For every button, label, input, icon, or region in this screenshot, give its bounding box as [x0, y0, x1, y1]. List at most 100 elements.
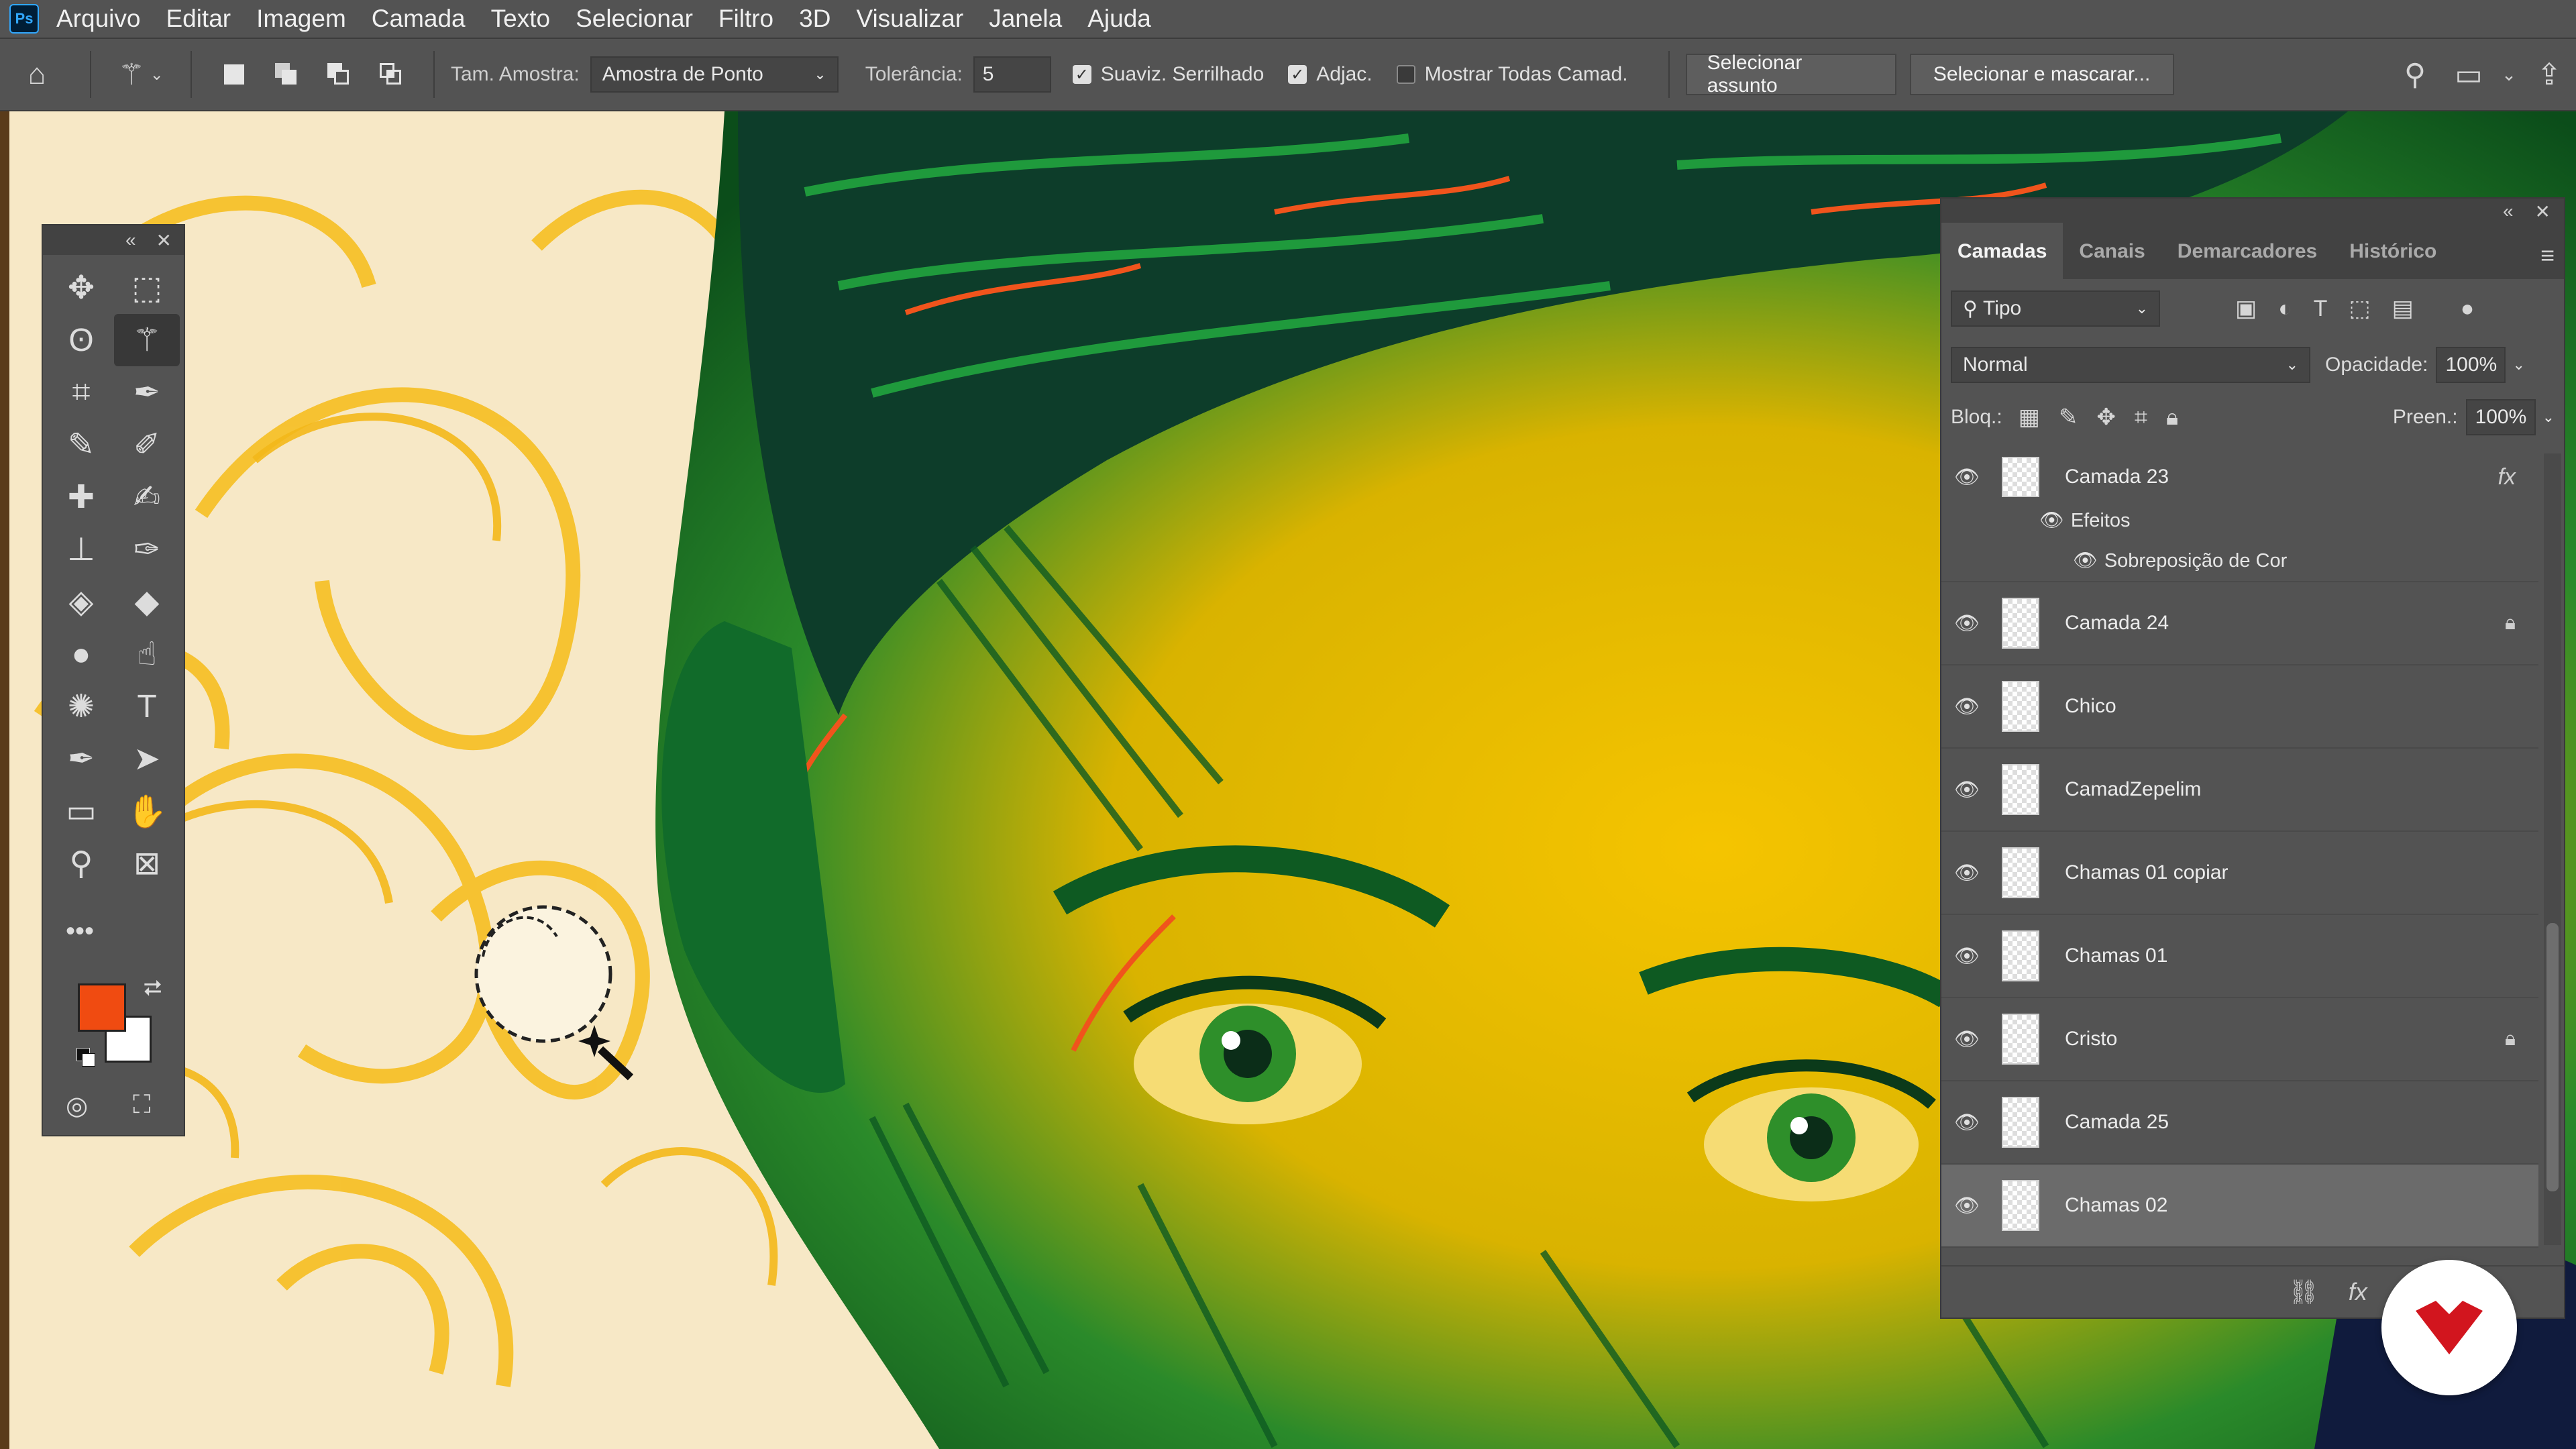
more-tools-icon[interactable]: •••: [66, 916, 94, 947]
quick-mask-icon[interactable]: ◎: [66, 1091, 88, 1121]
chevron-down-icon[interactable]: ⌄: [2512, 356, 2524, 374]
pen-tool[interactable]: ✒: [48, 733, 114, 785]
fill-input[interactable]: 100%: [2465, 399, 2536, 435]
healing-tool[interactable]: ✚: [48, 471, 114, 523]
layer-row[interactable]: 👁︎ Camada 23 fx: [1941, 453, 2538, 500]
default-colors-icon[interactable]: [76, 1048, 95, 1067]
visibility-eye-icon[interactable]: 👁︎: [1941, 612, 1992, 635]
fx-icon[interactable]: fx: [2349, 1278, 2367, 1306]
magic-wand-tool[interactable]: ⚚: [114, 314, 180, 366]
lock-artboard-icon[interactable]: ⌗: [2135, 405, 2147, 431]
zoom-tool[interactable]: ⚲: [48, 837, 114, 890]
tolerance-input[interactable]: 5: [973, 56, 1051, 93]
filter-toggle-icon[interactable]: ●: [2461, 296, 2475, 322]
visibility-eye-icon[interactable]: 👁︎: [1941, 1028, 1992, 1051]
pencil-tool[interactable]: ✐: [114, 419, 180, 471]
panel-menu-icon[interactable]: ≡: [2540, 241, 2555, 270]
chevron-down-icon[interactable]: ⌄: [2496, 64, 2522, 85]
fx-icon[interactable]: fx: [2498, 464, 2516, 490]
layer-row[interactable]: 👁︎ Chamas 02: [1941, 1165, 2538, 1248]
add-selection-icon[interactable]: [260, 63, 313, 86]
antialias-checkbox[interactable]: ✓ Suaviz. Serrilhado: [1072, 63, 1264, 86]
new-selection-icon[interactable]: [208, 64, 260, 85]
chevron-down-icon[interactable]: ⌄: [2542, 409, 2555, 426]
effects-eye-icon[interactable]: 👁︎: [2039, 509, 2064, 532]
lock-all-icon[interactable]: 🔒︎: [2166, 405, 2178, 431]
menu-selecionar[interactable]: Selecionar: [576, 5, 693, 33]
magic-wand-preset-icon[interactable]: ⚚ ⌄: [107, 58, 174, 92]
marquee-tool[interactable]: ⬚: [114, 262, 180, 314]
menu-filtro[interactable]: Filtro: [718, 5, 773, 33]
intersect-selection-icon[interactable]: [365, 63, 417, 86]
tab-historico[interactable]: Histórico: [2333, 240, 2453, 279]
visibility-eye-icon[interactable]: 👁︎: [1941, 1194, 1992, 1218]
menu-camada[interactable]: Camada: [372, 5, 466, 33]
paint-bucket-tool[interactable]: ◆: [114, 576, 180, 628]
tab-demarcadores[interactable]: Demarcadores: [2161, 240, 2333, 279]
menu-editar[interactable]: Editar: [166, 5, 231, 33]
screen-mode-icon[interactable]: ⛶: [133, 1091, 151, 1120]
layer-row[interactable]: 👁︎ Camada 25: [1941, 1081, 2538, 1165]
menu-arquivo[interactable]: Arquivo: [56, 5, 140, 33]
rectangle-tool[interactable]: ▭: [48, 785, 114, 837]
effect-row[interactable]: 👁︎ Sobreposição de Cor: [1941, 541, 2538, 582]
lock-pixels-icon[interactable]: ✎: [2059, 404, 2078, 431]
layer-row[interactable]: 👁︎ Chamas 01: [1941, 915, 2538, 998]
foreground-color-swatch[interactable]: [78, 983, 126, 1032]
close-icon[interactable]: ✕: [156, 229, 172, 252]
menu-ajuda[interactable]: Ajuda: [1087, 5, 1151, 33]
tab-camadas[interactable]: Camadas: [1941, 223, 2063, 279]
mixer-brush-tool[interactable]: ✑: [114, 523, 180, 576]
visibility-eye-icon[interactable]: 👁︎: [1941, 695, 1992, 718]
collapse-icon[interactable]: «: [125, 229, 136, 251]
layer-row[interactable]: 👁︎ Chico: [1941, 665, 2538, 749]
opacity-input[interactable]: 100%: [2436, 347, 2506, 383]
effects-row[interactable]: 👁︎ Efeitos: [1941, 500, 2538, 541]
layers-scrollbar[interactable]: [2544, 453, 2561, 1245]
sample-size-select[interactable]: Amostra de Ponto ⌄: [590, 56, 839, 93]
workspace-icon[interactable]: ▭: [2442, 58, 2496, 92]
crop-tool[interactable]: ⌗: [48, 366, 114, 419]
scrollbar-thumb[interactable]: [2546, 923, 2559, 1191]
search-icon[interactable]: ⚲: [2388, 58, 2442, 92]
visibility-eye-icon[interactable]: 👁︎: [1941, 466, 1992, 489]
type-tool[interactable]: T: [114, 680, 180, 733]
tools-panel-header[interactable]: « ✕: [43, 225, 184, 255]
pixel-filter-icon[interactable]: ▣: [2235, 295, 2257, 322]
layer-row[interactable]: 👁︎ Camada 24 🔒︎: [1941, 582, 2538, 665]
lasso-tool[interactable]: ʘ: [48, 314, 114, 366]
lock-transparency-icon[interactable]: ▦: [2019, 404, 2040, 431]
layer-row[interactable]: 👁︎ CamadZepelim: [1941, 749, 2538, 832]
layer-filter-select[interactable]: ⚲ Tipo ⌄: [1951, 290, 2160, 327]
sample-all-layers-checkbox[interactable]: Mostrar Todas Camad.: [1396, 63, 1628, 86]
share-icon[interactable]: ⇪: [2522, 58, 2576, 92]
visibility-eye-icon[interactable]: 👁︎: [1941, 945, 1992, 968]
eyedropper-tool[interactable]: ✒: [114, 366, 180, 419]
smart-object-filter-icon[interactable]: ▤: [2392, 295, 2414, 322]
menu-visualizar[interactable]: Visualizar: [856, 5, 963, 33]
select-and-mask-button[interactable]: Selecionar e mascarar...: [1909, 54, 2174, 95]
path-select-tool[interactable]: ➤: [114, 733, 180, 785]
select-subject-button[interactable]: Selecionar assunto: [1685, 52, 1896, 97]
layer-row[interactable]: 👁︎ Cristo 🔒︎: [1941, 998, 2538, 1081]
stamp-tool[interactable]: ⊥: [48, 523, 114, 576]
effect-eye-icon[interactable]: 👁︎: [2073, 549, 2098, 572]
subtract-selection-icon[interactable]: [313, 63, 365, 86]
lock-position-icon[interactable]: ✥: [2096, 404, 2116, 431]
layer-row[interactable]: 👁︎ Chamas 01 copiar: [1941, 832, 2538, 915]
hand-tool[interactable]: ✋: [114, 785, 180, 837]
layers-panel-header[interactable]: « ✕: [1941, 199, 2564, 224]
frame-tool[interactable]: ⊠: [114, 837, 180, 890]
close-icon[interactable]: ✕: [2535, 201, 2551, 223]
type-filter-icon[interactable]: T: [2314, 296, 2328, 322]
blend-mode-select[interactable]: Normal ⌄: [1951, 347, 2310, 383]
brush-tool[interactable]: ✎: [48, 419, 114, 471]
menu-janela[interactable]: Janela: [989, 5, 1062, 33]
visibility-eye-icon[interactable]: 👁︎: [1941, 861, 1992, 885]
blur-tool[interactable]: ●: [48, 628, 114, 680]
eraser-tool[interactable]: ◈: [48, 576, 114, 628]
menu-3d[interactable]: 3D: [799, 5, 830, 33]
smudge-tool[interactable]: ☝: [114, 628, 180, 680]
home-icon[interactable]: ⌂: [0, 58, 74, 91]
tab-canais[interactable]: Canais: [2063, 240, 2161, 279]
